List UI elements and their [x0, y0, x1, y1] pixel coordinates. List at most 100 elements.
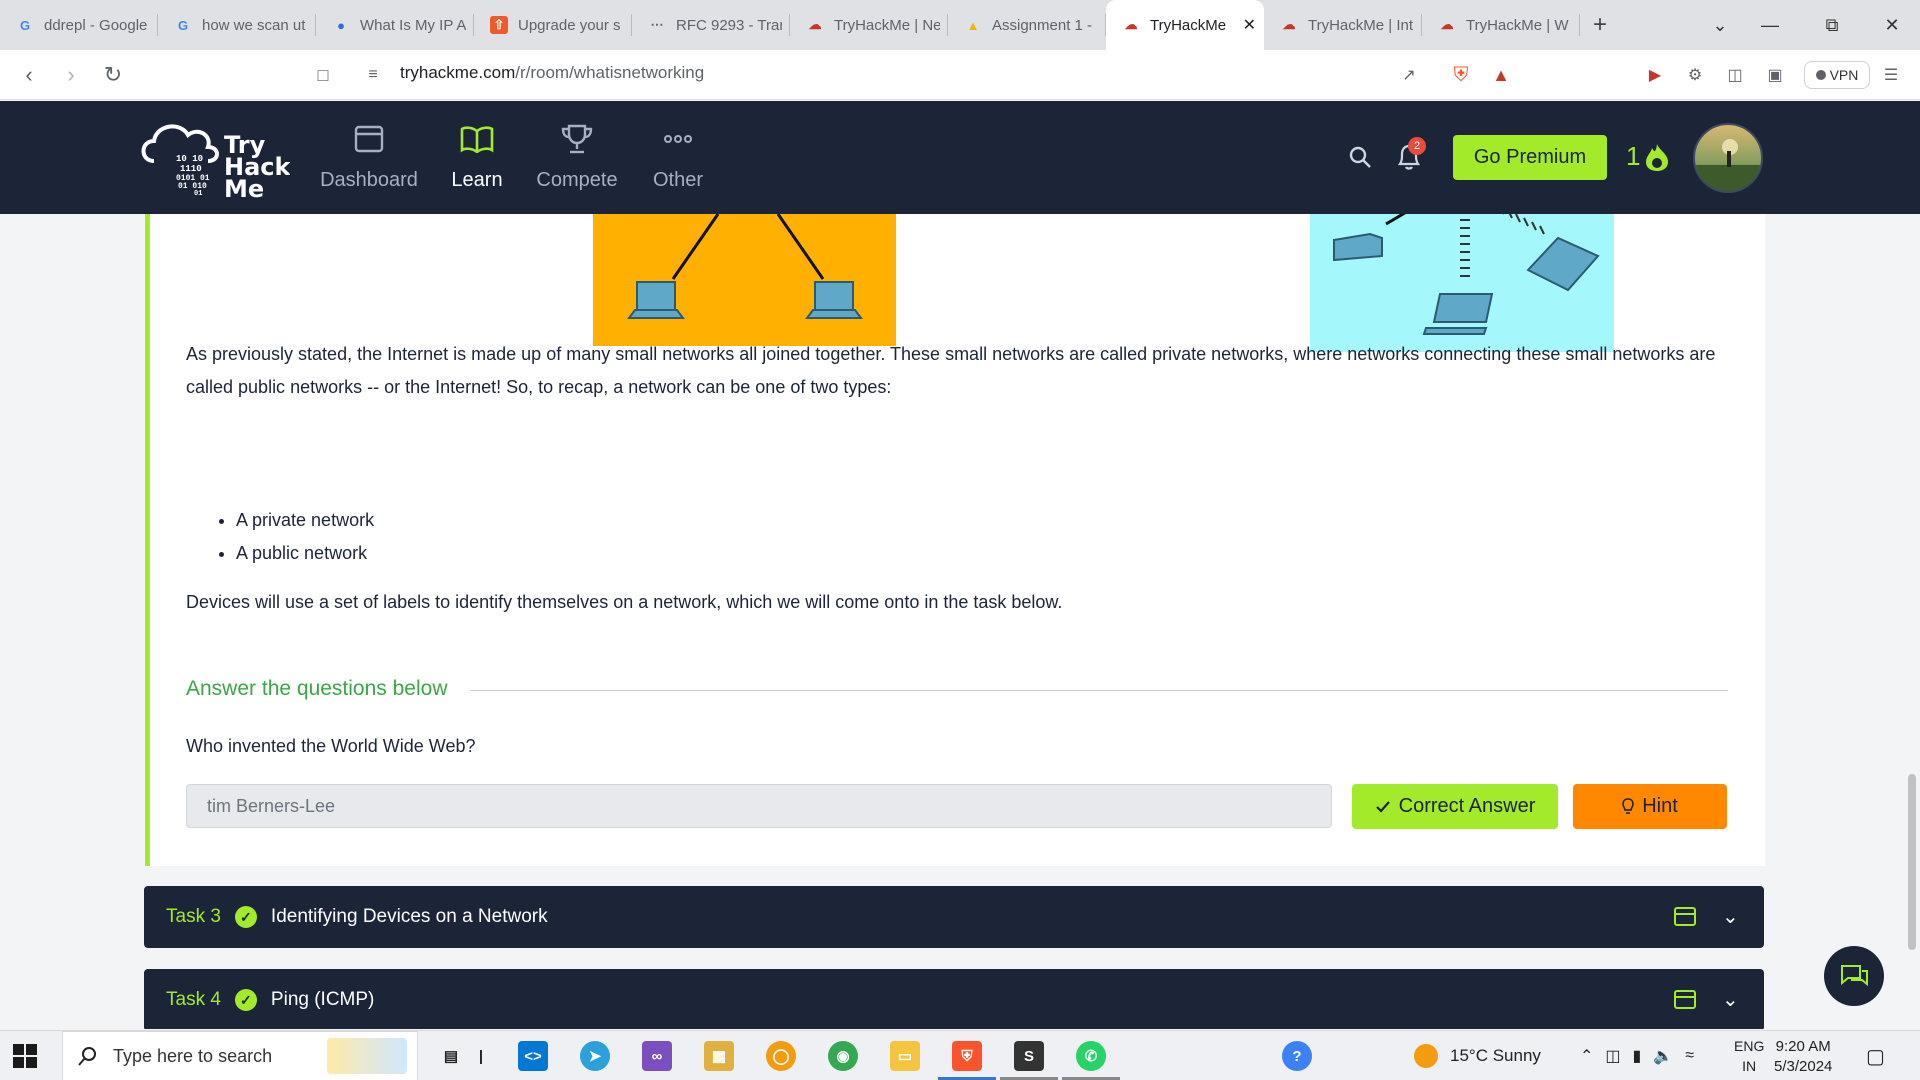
go-premium-button[interactable]: Go Premium: [1453, 135, 1607, 180]
nav-dashboard[interactable]: Dashboard: [314, 121, 424, 196]
forward-icon[interactable]: ›: [58, 62, 84, 88]
logo-bits: 10 10: [176, 154, 203, 164]
notification-center-icon[interactable]: ▢: [1866, 1031, 1885, 1080]
tab-search-icon[interactable]: ⌄: [1692, 0, 1748, 50]
question-text: Who invented the World Wide Web?: [186, 736, 476, 756]
upgrade-icon: ⇧: [490, 16, 508, 34]
more-icon: [623, 121, 733, 157]
search-highlight-icon: [327, 1038, 407, 1074]
calendar-icon[interactable]: [1674, 989, 1696, 1015]
google-icon: G: [177, 17, 189, 33]
file-explorer-icon[interactable]: ▭: [890, 1041, 920, 1071]
vpn-button[interactable]: VPN: [1804, 61, 1870, 89]
maximize-button[interactable]: ⧉: [1804, 0, 1860, 50]
browser-tab[interactable]: ⇧ Upgrade your s: [474, 0, 632, 50]
correct-answer-button[interactable]: Correct Answer: [1352, 784, 1558, 829]
browser-tab[interactable]: ☁ TryHackMe | Int: [1264, 0, 1422, 50]
notifications-button[interactable]: 2: [1396, 137, 1426, 176]
svg-text:1110: 1110: [180, 164, 202, 174]
task-3-header[interactable]: Task 3 ✓ Identifying Devices on a Networ…: [144, 886, 1764, 948]
browser-tab[interactable]: ☁ TryHackMe | W: [1422, 0, 1580, 50]
visual-studio-icon[interactable]: ∞: [642, 1041, 672, 1071]
wallet-icon[interactable]: ▣: [1764, 64, 1786, 86]
brave-icon[interactable]: ⛨: [952, 1041, 982, 1071]
nav-compete[interactable]: Compete: [522, 121, 632, 196]
help-icon[interactable]: ?: [1282, 1041, 1312, 1071]
app-icon[interactable]: ▦: [704, 1041, 734, 1071]
room-content: As previously stated, the Internet is ma…: [0, 214, 1920, 1029]
whatsapp-icon[interactable]: ✆: [1076, 1041, 1106, 1071]
site-header: 10 10 1110 0101 01 01 010 01 Try Hack Me…: [0, 101, 1920, 214]
book-icon: [422, 121, 532, 157]
browser-tab[interactable]: Ghow we scan ut: [158, 0, 316, 50]
calendar-icon[interactable]: [1674, 906, 1696, 932]
site-settings-icon[interactable]: ≡: [360, 62, 386, 88]
browser-tab-active[interactable]: ☁ TryHackMe ✕: [1106, 0, 1264, 50]
wifi-icon[interactable]: ≈: [1685, 1047, 1694, 1065]
new-tab-button[interactable]: +: [1580, 11, 1620, 39]
minimize-button[interactable]: —: [1742, 0, 1798, 50]
chevron-down-icon[interactable]: ⌄: [1722, 987, 1739, 1012]
telegram-icon[interactable]: ➤: [580, 1041, 610, 1071]
openvpn-icon[interactable]: ◯: [766, 1041, 796, 1071]
google-icon: G: [19, 17, 31, 33]
chrome-icon[interactable]: ◉: [828, 1041, 858, 1071]
tray-chevron-icon[interactable]: ⌃: [1580, 1046, 1593, 1066]
chat-icon: [1841, 965, 1868, 987]
nav-learn[interactable]: Learn: [422, 121, 532, 196]
back-icon[interactable]: ‹: [16, 62, 42, 88]
task-view-icon[interactable]: ▤: [436, 1041, 466, 1071]
wireless-network-diagram: [1310, 214, 1614, 352]
media-play-icon[interactable]: ▶: [1644, 64, 1666, 86]
sidebar-icon[interactable]: ◫: [1724, 64, 1746, 86]
taskbar-search-box[interactable]: Type here to search: [62, 1031, 418, 1080]
sublime-icon[interactable]: S: [1014, 1041, 1044, 1071]
browser-tab[interactable]: ▲ Assignment 1 -: [948, 0, 1106, 50]
browser-tab[interactable]: ● What Is My IP A: [316, 0, 474, 50]
brave-rewards-icon[interactable]: ▲: [1490, 64, 1512, 86]
windows-start-icon[interactable]: [12, 1043, 38, 1069]
thm-icon: ☁: [808, 17, 822, 32]
volume-icon[interactable]: 🔈: [1653, 1046, 1673, 1066]
browser-tab[interactable]: Gddrepl - Google: [0, 0, 158, 50]
system-tray: ⌃ ◫ ▮ 🔈 ≈: [1580, 1031, 1694, 1080]
streak-counter[interactable]: 1: [1626, 141, 1670, 172]
address-bar: ‹ › ↻ □ ≡ tryhackme.com/r/room/whatisnet…: [0, 50, 1920, 100]
extensions-icon[interactable]: ⚙: [1684, 64, 1706, 86]
meet-icon[interactable]: ◫: [1605, 1046, 1620, 1066]
browser-tab[interactable]: ⋯ RFC 9293 - Tran: [632, 0, 790, 50]
clock[interactable]: 9:20 AM 5/3/2024: [1774, 1037, 1832, 1077]
battery-icon[interactable]: ▮: [1633, 1046, 1642, 1066]
url-field[interactable]: tryhackme.com/r/room/whatisnetworking: [400, 63, 704, 83]
brave-shield-icon[interactable]: ⛨: [1450, 64, 1472, 86]
page-scrollbar[interactable]: [1908, 774, 1916, 950]
bookmark-icon[interactable]: □: [310, 62, 336, 88]
thm-icon: ☁: [1124, 17, 1138, 32]
chat-support-button[interactable]: [1824, 946, 1884, 1006]
search-icon[interactable]: [1348, 145, 1372, 174]
close-tab-icon[interactable]: ✕: [1243, 15, 1256, 35]
vscode-icon[interactable]: <>: [518, 1041, 548, 1071]
wired-network-diagram: [593, 214, 896, 346]
divider: [470, 690, 1728, 691]
chevron-down-icon[interactable]: ⌄: [1722, 904, 1739, 929]
sun-icon: [1414, 1044, 1438, 1068]
check-circle-icon: ✓: [234, 906, 257, 928]
window-close-button[interactable]: ✕: [1864, 0, 1920, 50]
share-icon[interactable]: ↗: [1398, 64, 1420, 86]
list-item: A public network: [236, 537, 374, 570]
user-avatar[interactable]: [1693, 123, 1763, 193]
nav-other[interactable]: Other: [623, 121, 733, 196]
weather-widget[interactable]: 15°C Sunny: [1414, 1031, 1541, 1080]
search-icon: [78, 1047, 96, 1066]
language-indicator[interactable]: ENG IN: [1734, 1031, 1764, 1080]
task-4-header[interactable]: Task 4 ✓ Ping (ICMP) ⌄: [144, 969, 1764, 1029]
hint-button[interactable]: Hint: [1573, 784, 1727, 829]
answer-field[interactable]: tim Berners-Lee: [186, 784, 1332, 828]
reload-icon[interactable]: ↻: [100, 62, 126, 88]
browser-tab[interactable]: ☁ TryHackMe | Ne: [790, 0, 948, 50]
notification-badge: 2: [1408, 137, 1426, 155]
menu-icon[interactable]: ☰: [1880, 64, 1902, 86]
lightbulb-icon: [1622, 797, 1635, 814]
tryhackme-logo[interactable]: 10 10 1110 0101 01 01 010 01 Try Hack Me: [140, 115, 292, 203]
